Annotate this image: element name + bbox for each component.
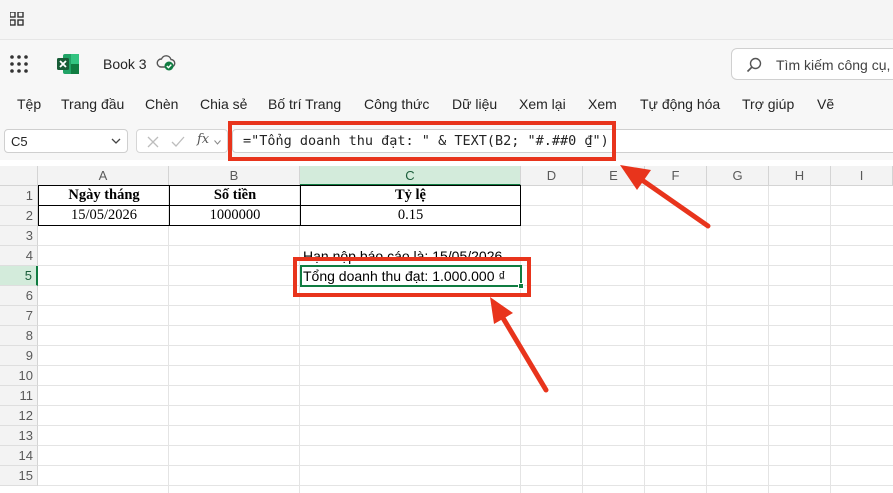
row-header-4[interactable]: 4 — [0, 246, 38, 266]
search-icon — [746, 57, 762, 73]
row-header-9[interactable]: 9 — [0, 346, 38, 366]
app-header: Book 3 Tìm kiếm công cụ, — [0, 40, 893, 88]
tab-view[interactable]: Xem — [588, 96, 617, 112]
grid-line — [38, 465, 893, 466]
tab-formulas[interactable]: Công thức — [364, 96, 429, 112]
column-header-e[interactable]: E — [583, 166, 645, 186]
tab-automate[interactable]: Tự động hóa — [640, 96, 720, 112]
column-header-c[interactable]: C — [300, 166, 521, 186]
tab-insert[interactable]: Chèn — [145, 96, 178, 112]
column-header-g[interactable]: G — [707, 166, 769, 186]
grid-line — [38, 325, 893, 326]
ribbon-tabs: Tệp Trang đầu Chèn Chia sẻ Bố trí Trang … — [0, 88, 893, 122]
grid-line — [644, 186, 645, 493]
formula-actions: fx — [136, 129, 228, 153]
workbook-title[interactable]: Book 3 — [103, 56, 147, 72]
grid-line — [38, 445, 893, 446]
grid-line — [38, 385, 893, 386]
excel-logo-icon[interactable] — [57, 54, 79, 74]
row-header-13[interactable]: 13 — [0, 426, 38, 446]
cell-b1[interactable]: Số tiền — [169, 185, 301, 206]
tab-review[interactable]: Xem lại — [519, 96, 566, 112]
cell-a1[interactable]: Ngày tháng — [38, 185, 170, 206]
top-strip — [0, 0, 893, 40]
grid-line — [38, 365, 893, 366]
spreadsheet-grid[interactable]: A B C D E F G H I 1 2 3 4 5 6 7 8 9 10 1… — [0, 166, 893, 493]
cell-a2[interactable]: 15/05/2026 — [38, 205, 170, 226]
column-header-d[interactable]: D — [521, 166, 583, 186]
grid-line — [38, 345, 893, 346]
row-header-15[interactable]: 15 — [0, 466, 38, 486]
row-header-12[interactable]: 12 — [0, 406, 38, 426]
grid-line — [38, 305, 893, 306]
tab-help[interactable]: Trợ giúp — [742, 96, 794, 112]
excel-window: Book 3 Tìm kiếm công cụ, Tệp Trang đầu C… — [0, 0, 893, 493]
tab-home[interactable]: Trang đầu — [61, 96, 124, 112]
insert-function-icon[interactable]: fx — [197, 132, 209, 147]
row-header-3[interactable]: 3 — [0, 226, 38, 246]
search-placeholder: Tìm kiếm công cụ, — [776, 57, 891, 73]
grid-line — [38, 425, 893, 426]
column-header-f[interactable]: F — [645, 166, 707, 186]
tab-page-layout[interactable]: Bố trí Trang — [268, 96, 341, 112]
grid-line — [168, 186, 169, 493]
confirm-icon[interactable] — [171, 136, 185, 148]
grid-line — [38, 405, 893, 406]
app-grid-icon[interactable] — [10, 12, 24, 26]
app-launcher-icon[interactable] — [10, 55, 28, 73]
grid-line — [706, 186, 707, 493]
search-box[interactable]: Tìm kiếm công cụ, — [731, 48, 893, 80]
cancel-icon[interactable] — [147, 136, 159, 148]
column-header-b[interactable]: B — [169, 166, 300, 186]
row-header-10[interactable]: 10 — [0, 366, 38, 386]
grid-line — [768, 186, 769, 493]
grid-line — [582, 186, 583, 493]
cell-c2[interactable]: 0.15 — [300, 205, 521, 226]
row-header-7[interactable]: 7 — [0, 306, 38, 326]
tab-share[interactable]: Chia sẻ — [200, 96, 247, 112]
row-header-11[interactable]: 11 — [0, 386, 38, 406]
column-header-a[interactable]: A — [38, 166, 169, 186]
select-all-corner[interactable] — [0, 166, 38, 186]
grid-line — [520, 186, 521, 493]
row-header-2[interactable]: 2 — [0, 206, 38, 226]
tab-draw[interactable]: Vẽ — [817, 96, 834, 112]
fx-chevron-icon[interactable] — [214, 140, 221, 145]
cell-b2[interactable]: 1000000 — [169, 205, 301, 226]
row-header-1[interactable]: 1 — [0, 186, 38, 206]
name-box[interactable]: C5 — [4, 129, 128, 153]
grid-line — [299, 186, 300, 493]
name-box-value: C5 — [11, 134, 28, 149]
chevron-down-icon[interactable] — [111, 138, 121, 144]
cloud-saved-icon[interactable] — [156, 54, 176, 72]
cell-c1[interactable]: Tỷ lệ — [300, 185, 521, 206]
tab-data[interactable]: Dữ liệu — [452, 96, 497, 112]
column-header-h[interactable]: H — [769, 166, 831, 186]
tab-file[interactable]: Tệp — [17, 96, 41, 112]
row-header-6[interactable]: 6 — [0, 286, 38, 306]
row-header-8[interactable]: 8 — [0, 326, 38, 346]
row-header-5[interactable]: 5 — [0, 266, 38, 286]
cell-highlight-box — [293, 257, 531, 297]
grid-line — [38, 485, 893, 486]
grid-line — [830, 186, 831, 493]
column-header-i[interactable]: I — [831, 166, 893, 186]
formula-highlight-box — [228, 121, 616, 161]
row-header-14[interactable]: 14 — [0, 446, 38, 466]
